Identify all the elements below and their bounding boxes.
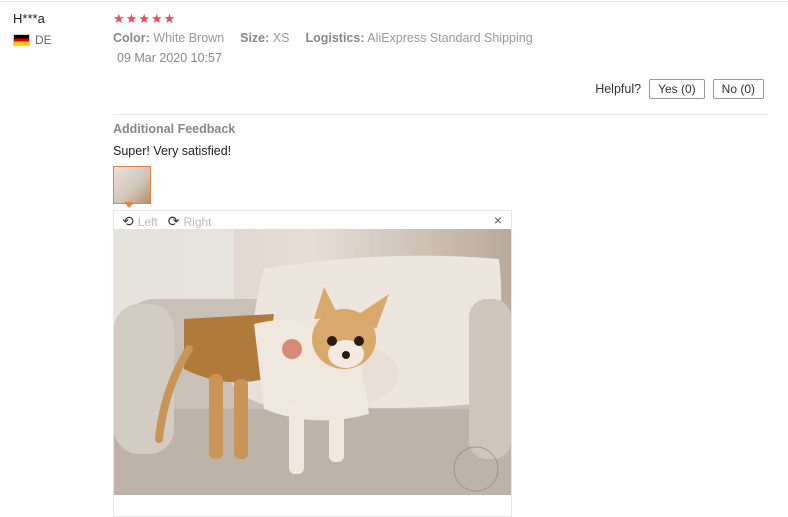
rotate-right-button[interactable]: Right <box>183 215 211 229</box>
review-photo <box>114 229 511 495</box>
reviewer-name: H***a <box>13 11 45 26</box>
helpful-label: Helpful? <box>595 82 642 96</box>
dog-photo-image <box>114 229 511 495</box>
star-icon: ★ <box>138 11 150 26</box>
germany-flag-icon <box>13 34 30 46</box>
rating-stars: ★ ★ ★ ★ ★ <box>113 12 175 26</box>
top-divider <box>0 1 788 2</box>
logistics-label: Logistics: <box>305 31 365 45</box>
helpful-no-button[interactable]: No (0) <box>712 79 764 99</box>
image-viewer: ⟲ Left ⟳ Right × <box>113 210 512 517</box>
photo-thumbnail[interactable] <box>113 166 151 204</box>
rotate-right-icon[interactable]: ⟳ <box>168 213 180 230</box>
additional-feedback-text: Super! Very satisfied! <box>113 144 232 158</box>
logistics-value: AliExpress Standard Shipping <box>367 31 533 45</box>
size-label: Size: <box>240 31 270 45</box>
viewer-toolbar: ⟲ Left ⟳ Right <box>122 213 212 230</box>
rotate-left-button[interactable]: Left <box>138 215 158 229</box>
thumbnail-pointer <box>124 202 134 208</box>
country-code: DE <box>35 33 52 47</box>
close-icon[interactable]: × <box>494 212 502 228</box>
size-value: XS <box>272 31 290 45</box>
color-value: White Brown <box>153 31 225 45</box>
star-icon: ★ <box>150 11 163 26</box>
color-label: Color: <box>113 31 150 45</box>
helpful-yes-button[interactable]: Yes (0) <box>649 79 705 99</box>
additional-feedback-title: Additional Feedback <box>113 122 236 136</box>
star-icon: ★ <box>113 11 125 26</box>
rotate-left-icon[interactable]: ⟲ <box>122 213 134 230</box>
helpful-section: Helpful? Yes (0) No (0) <box>595 79 764 99</box>
reviewer-country: DE <box>13 33 52 47</box>
section-divider <box>113 114 768 115</box>
order-attributes: Color: White Brown Size: XS Logistics: A… <box>113 31 533 45</box>
star-icon: ★ <box>125 11 138 26</box>
star-icon: ★ <box>163 11 176 26</box>
review-date: 09 Mar 2020 10:57 <box>117 51 222 65</box>
